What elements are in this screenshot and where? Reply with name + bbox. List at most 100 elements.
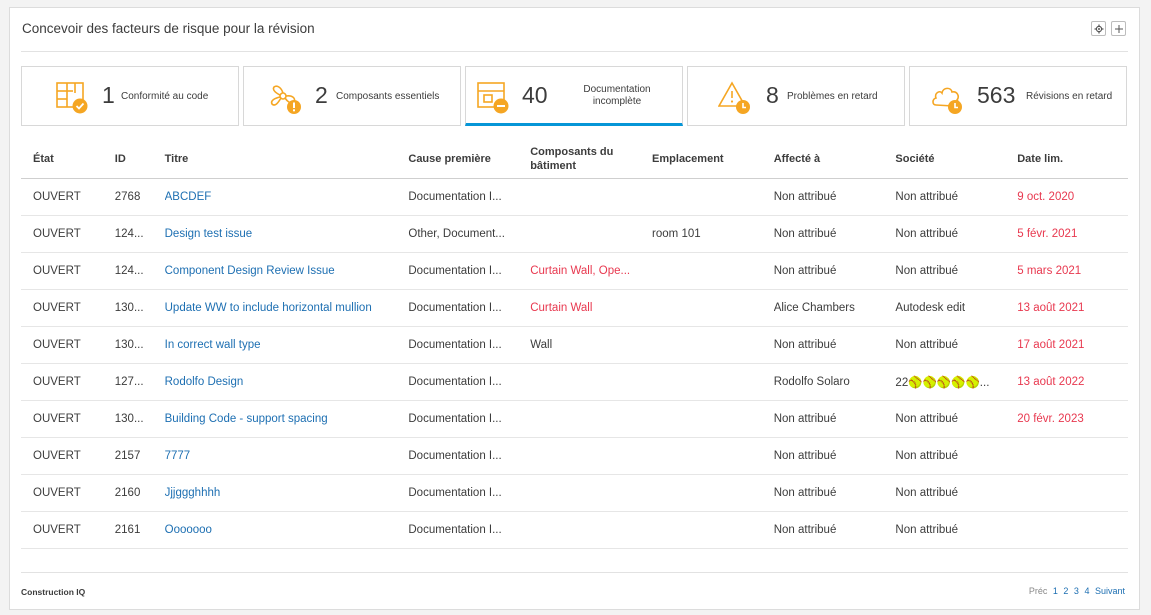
building-components-cell: Curtain Wall [530,289,653,327]
root-cause-cell: Documentation I... [408,363,531,401]
building-components-cell [530,400,653,438]
location-cell [652,511,774,549]
root-cause-cell: Documentation I... [408,400,531,438]
location-cell [652,474,774,512]
column-header-location[interactable]: Emplacement [652,140,774,179]
state-cell: OUVERT [21,511,115,549]
title-link[interactable]: 7777 [164,437,409,475]
table-row[interactable]: OUVERT 2161 Ooooooo Documentation I... Non a… [21,511,1128,549]
id-cell: 130... [114,289,165,327]
column-header-title[interactable]: Titre [164,140,409,179]
due-date-cell: 5 mars 2021 [1017,252,1128,290]
tile-incomplete-documentation[interactable]: 40 Documentation incomplète [465,66,683,126]
page-link-4[interactable]: 4 [1084,586,1089,596]
company-cell: Non attribué [895,437,1018,475]
title-link[interactable]: ABCDEF [164,178,409,216]
due-date-cell: 9 oct. 2020 [1017,178,1128,216]
expand-button[interactable] [1111,21,1126,36]
title-link[interactable]: Update WW to include horizontal mullion [164,289,409,327]
title-link[interactable]: Jjjggghhhh [164,474,409,512]
state-cell: OUVERT [21,215,115,253]
card-footer: Construction IQ Préc 1 2 3 4 Suivant [21,572,1128,597]
tile-overdue-reviews[interactable]: 563 Révisions en retard [909,66,1127,126]
tile-label: Problèmes en retard [787,91,878,102]
due-date-cell [1017,511,1128,549]
assigned-cell: Non attribué [773,178,896,216]
column-header-assigned[interactable]: Affecté à [773,140,896,179]
due-date-cell: 13 août 2021 [1017,289,1128,327]
root-cause-cell: Documentation I... [408,289,531,327]
tile-essential-components[interactable]: 2 Composants essentiels [243,66,461,126]
prev-page-link[interactable]: Préc [1029,586,1048,596]
company-cell: Non attribué [895,215,1018,253]
due-date-cell: 13 août 2022 [1017,363,1128,401]
id-cell: 127... [114,363,165,401]
assigned-cell: Non attribué [773,511,896,549]
id-cell: 2161 [114,511,165,549]
due-date-cell: 5 févr. 2021 [1017,215,1128,253]
column-header-building-components-label: Composants du bâtiment [530,146,614,172]
state-cell: OUVERT [21,363,115,401]
location-cell: room 101 [652,215,774,253]
table-row[interactable]: OUVERT 127... Rodolfo Design Documentation … [21,363,1128,401]
root-cause-cell: Documentation I... [408,474,531,512]
column-header-id[interactable]: ID [114,140,165,179]
building-components-cell [530,178,653,216]
pagination: Préc 1 2 3 4 Suivant [1026,586,1125,596]
table-row[interactable]: OUVERT 130... Update WW to include horizon… [21,289,1128,327]
location-cell [652,437,774,475]
due-date-cell [1017,474,1128,512]
root-cause-cell: Documentation I... [408,511,531,549]
company-cell: Non attribué [895,511,1018,549]
column-header-company[interactable]: Société [895,140,1018,179]
page-link-1[interactable]: 1 [1053,586,1058,596]
building-components-cell [530,437,653,475]
root-cause-cell: Other, Document... [408,215,531,253]
table-row[interactable]: OUVERT 124... Component Design Review Issu… [21,252,1128,290]
building-components-cell [530,215,653,253]
column-header-state[interactable]: État [21,140,115,179]
title-link[interactable]: In correct wall type [164,326,409,364]
table-row[interactable]: OUVERT 130... In correct wall type Document… [21,326,1128,364]
title-link[interactable]: Design test issue [164,215,409,253]
assigned-cell: Non attribué [773,400,896,438]
page-link-3[interactable]: 3 [1074,586,1079,596]
tile-count: 8 [766,82,779,108]
state-cell: OUVERT [21,437,115,475]
table-row[interactable]: OUVERT 2157 7777 Documentation I... Non attr… [21,437,1128,475]
state-cell: OUVERT [21,474,115,512]
title-link[interactable]: Component Design Review Issue [164,252,409,290]
settings-button[interactable] [1091,21,1106,36]
building-components-cell: Wall [530,326,653,364]
assigned-cell: Non attribué [773,252,896,290]
next-page-link[interactable]: Suivant [1095,586,1125,596]
location-cell [652,252,774,290]
id-cell: 124... [114,215,165,253]
title-link[interactable]: Rodolfo Design [164,363,409,401]
column-header-root-cause[interactable]: Cause première [408,140,531,179]
state-cell: OUVERT [21,326,115,364]
card-title: Concevoir des facteurs de risque pour la… [22,21,315,36]
table-header-row: État ID Titre Cause première Composants … [21,140,1128,179]
id-cell: 2160 [114,474,165,512]
location-cell [652,363,774,401]
tile-count: 1 [102,82,115,108]
tile-count: 40 [522,82,548,108]
assigned-cell: Rodolfo Solaro [773,363,896,401]
table-row[interactable]: OUVERT 2768 ABCDEF Documentation I... Non at… [21,178,1128,216]
title-link[interactable]: Ooooooo [164,511,409,549]
tile-overdue-issues[interactable]: 8 Problèmes en retard [687,66,905,126]
tile-label: Conformité au code [121,91,209,102]
page-link-2[interactable]: 2 [1063,586,1068,596]
cloud-clock-icon [932,87,962,114]
column-header-building-components[interactable]: Composants du bâtiment [530,140,653,179]
column-header-due-date[interactable]: Date lim. [1017,140,1128,179]
assigned-cell: Non attribué [773,326,896,364]
id-cell: 124... [114,252,165,290]
title-link[interactable]: Building Code - support spacing [164,400,409,438]
assigned-cell: Non attribué [773,437,896,475]
tile-code-compliance[interactable]: 1 Conformité au code [21,66,239,126]
table-row[interactable]: OUVERT 130... Building Code - support spac… [21,400,1128,438]
table-row[interactable]: OUVERT 124... Design test issue Other, Docu… [21,215,1128,253]
table-row[interactable]: OUVERT 2160 Jjjggghhhh Documentation I... No… [21,474,1128,512]
